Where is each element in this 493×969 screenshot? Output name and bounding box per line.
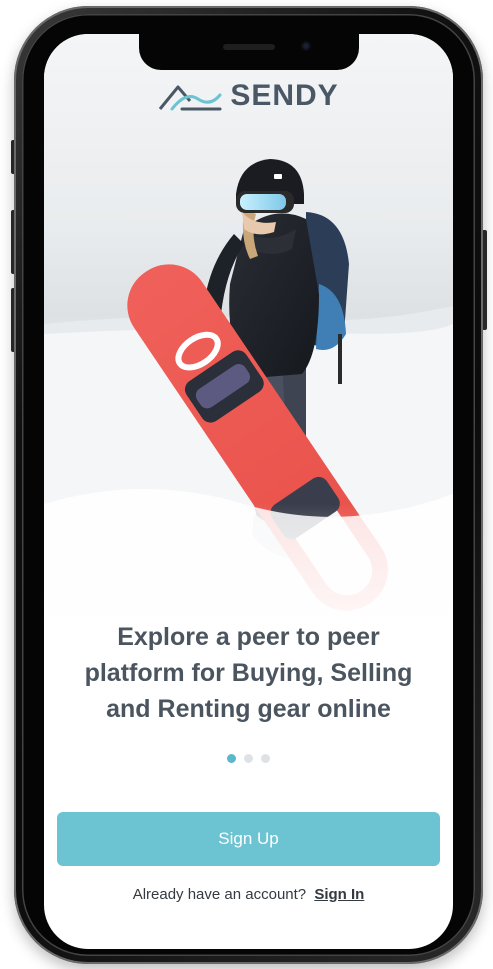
- snowboarder-illustration: [44, 159, 453, 674]
- app-screen: SENDY Explore a peer to peer platform fo…: [44, 34, 453, 949]
- carousel-dot-2[interactable]: [244, 754, 253, 763]
- sign-in-row: Already have an account? Sign In: [44, 886, 453, 903]
- carousel-indicator: [44, 754, 453, 763]
- carousel-dot-3[interactable]: [261, 754, 270, 763]
- front-camera-icon: [301, 41, 311, 51]
- brand-name: SENDY: [230, 79, 339, 112]
- account-prompt: Already have an account?: [132, 886, 307, 903]
- sign-up-button[interactable]: Sign Up: [57, 812, 440, 866]
- brand-logo: SENDY: [44, 76, 453, 116]
- mountain-wave-logo-icon: [159, 85, 222, 111]
- carousel-dot-1[interactable]: [227, 754, 236, 763]
- sign-in-link[interactable]: Sign In: [314, 886, 364, 903]
- speaker-grille: [223, 44, 275, 50]
- hero-image: [44, 34, 453, 674]
- device-mockup: SENDY Explore a peer to peer platform fo…: [0, 0, 493, 969]
- notch: [139, 34, 359, 70]
- onboarding-headline: Explore a peer to peer platform for Buyi…: [84, 623, 413, 723]
